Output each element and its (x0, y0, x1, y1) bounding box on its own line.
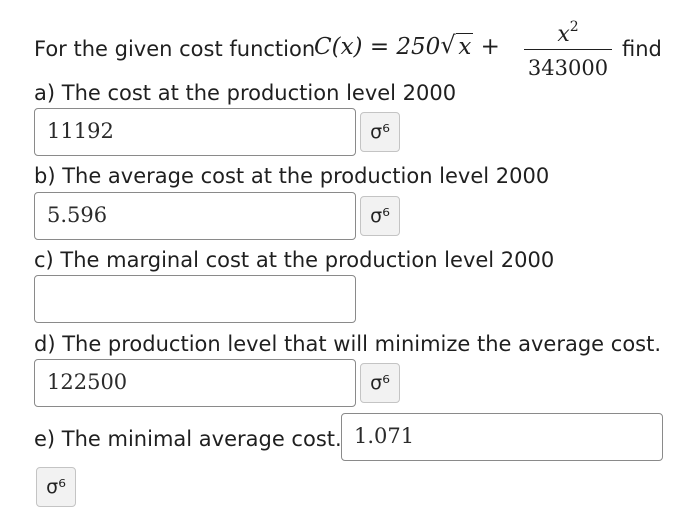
sqrt: √ x (440, 31, 474, 60)
sqrt-sign-icon: √ (440, 31, 456, 59)
answer-e-preview-button[interactable]: σ⁶ (36, 467, 76, 507)
fraction-numerator: x2 (520, 12, 616, 50)
preview-key-icon: σ⁶ (370, 372, 390, 394)
intro-prefix: For the given cost function (34, 37, 316, 61)
numerator-base: x (557, 22, 570, 47)
preview-key-icon: σ⁶ (46, 476, 66, 498)
question-c-label: c) The marginal cost at the production l… (34, 248, 555, 272)
numerator-exponent: 2 (569, 19, 579, 35)
cost-function: C(x) = 250 √ x + (314, 31, 500, 60)
fraction: x2 343000 (520, 12, 616, 82)
fraction-denominator: 343000 (527, 56, 609, 80)
intro-suffix: find (622, 37, 662, 61)
answer-e-input[interactable]: 1.071 (341, 413, 663, 461)
answer-d-input[interactable]: 122500 (34, 359, 356, 407)
function-lhs: C(x) = 250 (314, 34, 441, 60)
answer-b-input[interactable]: 5.596 (34, 192, 356, 240)
plus-sign: + (480, 34, 500, 60)
question-b-label: b) The average cost at the production le… (34, 164, 550, 188)
answer-a-input[interactable]: 11192 (34, 108, 356, 156)
answer-b-preview-button[interactable]: σ⁶ (360, 196, 400, 236)
answer-c-input[interactable] (34, 275, 356, 323)
question-d-label: d) The production level that will minimi… (34, 332, 662, 356)
question-e-label: e) The minimal average cost. (34, 427, 342, 451)
answer-a-preview-button[interactable]: σ⁶ (360, 112, 400, 152)
fraction-bar (524, 49, 612, 50)
question-a-label: a) The cost at the production level 2000 (34, 81, 457, 105)
preview-key-icon: σ⁶ (370, 205, 390, 227)
answer-d-preview-button[interactable]: σ⁶ (360, 363, 400, 403)
preview-key-icon: σ⁶ (370, 121, 390, 143)
sqrt-arg: x (456, 33, 474, 60)
